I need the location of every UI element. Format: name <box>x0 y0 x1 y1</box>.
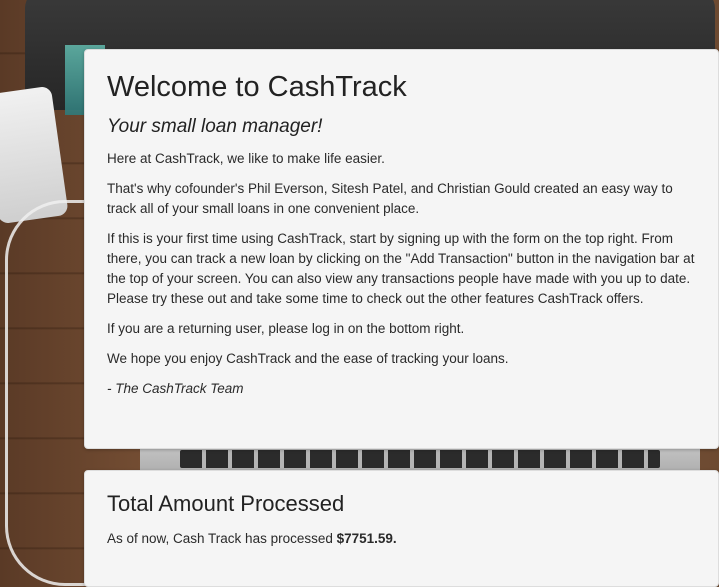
total-title: Total Amount Processed <box>107 491 345 516</box>
welcome-paragraph-1: Here at CashTrack, we like to make life … <box>107 151 385 167</box>
welcome-title: Welcome to CashTrack <box>107 71 407 103</box>
welcome-panel: Welcome to CashTrack Your small loan man… <box>84 49 719 449</box>
welcome-subtitle: Your small loan manager! <box>107 115 323 137</box>
welcome-paragraph-4: If you are a returning user, please log … <box>107 321 465 337</box>
total-text-prefix: As of now, Cash Track has processed <box>107 531 337 547</box>
total-text: As of now, Cash Track has processed $775… <box>107 529 696 549</box>
welcome-signoff: - The CashTrack Team <box>107 381 244 397</box>
welcome-paragraph-3: If this is your first time using CashTra… <box>107 231 695 307</box>
total-amount: $7751.59. <box>336 531 397 547</box>
keyboard-image <box>180 450 660 468</box>
welcome-paragraph-2: That's why cofounder's Phil Everson, Sit… <box>107 181 673 217</box>
welcome-paragraph-5: We hope you enjoy CashTrack and the ease… <box>107 351 509 367</box>
total-panel: Total Amount Processed As of now, Cash T… <box>84 470 719 587</box>
